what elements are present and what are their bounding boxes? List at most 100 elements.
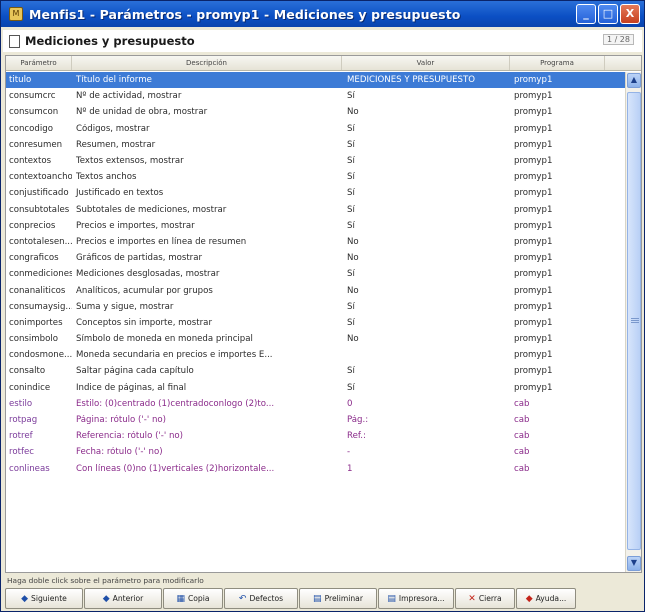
column-header-descripcion[interactable]: Descripción <box>72 56 342 70</box>
help-icon: ◆ <box>525 593 533 604</box>
cell-programa: promyp1 <box>514 107 553 118</box>
scroll-down-icon[interactable]: ▼ <box>627 556 641 571</box>
table-row[interactable]: consubtotales Subtotales de mediciones, m… <box>6 202 626 218</box>
siguiente-button[interactable]: ◆ Siguiente <box>5 588 83 609</box>
preview-icon: ▤ <box>313 593 322 604</box>
table-row[interactable]: conanaliticos Analíticos, acumular por gr… <box>6 282 626 298</box>
table-row[interactable]: titulo Título del informe MEDICIONES Y PRE… <box>6 72 626 89</box>
cell-programa: promyp1 <box>514 220 553 231</box>
cell-descripcion: Justificado en textos <box>76 188 164 199</box>
cell-programa: promyp1 <box>514 172 553 183</box>
status-hint: Haga doble click sobre el parámetro para… <box>7 576 204 585</box>
table-row[interactable]: conprecios Precios e importes, mostrar Sí p… <box>6 218 626 234</box>
button-label: Ayuda... <box>535 594 567 603</box>
grid-rows: titulo Título del informe MEDICIONES Y PRE… <box>6 72 626 477</box>
defectos-button[interactable]: ↶ Defectos <box>224 588 298 609</box>
table-row[interactable]: conimportes Conceptos sin importe, mostra… <box>6 315 626 331</box>
cell-parametro: rotref <box>9 431 33 442</box>
cell-programa: promyp1 <box>514 139 553 150</box>
table-row[interactable]: contotalesen... Precios e importes en lín… <box>6 234 626 250</box>
app-window: M Menfis1 - Parámetros - promyp1 - Medic… <box>0 0 645 612</box>
cell-parametro: conlineas <box>9 463 50 474</box>
bottom-toolbar: ◆ Siguiente ◆ Anterior ▦ Copia ↶ Defectos ▤ Preli… <box>5 588 642 610</box>
up-arrow-icon: ◆ <box>102 593 110 604</box>
table-row[interactable]: congraficos Gráficos de partidas, mostrar… <box>6 250 626 266</box>
scroll-thumb[interactable] <box>627 92 641 550</box>
scroll-up-icon[interactable]: ▲ <box>627 73 641 88</box>
close-window-button[interactable]: X <box>620 4 640 24</box>
cierra-button[interactable]: ✕ Cierra <box>455 588 515 609</box>
cell-parametro: contextoancho <box>9 172 72 183</box>
table-row[interactable]: consumcon Nº de unidad de obra, mostrar No… <box>6 104 626 120</box>
title-bar[interactable]: M Menfis1 - Parámetros - promyp1 - Medic… <box>1 1 644 27</box>
cell-parametro: conprecios <box>9 220 56 231</box>
cell-parametro: contextos <box>9 156 52 167</box>
cell-programa: promyp1 <box>514 253 553 264</box>
cell-valor: Sí <box>347 269 355 280</box>
cell-descripcion: Subtotales de mediciones, mostrar <box>76 204 227 215</box>
panel-header: Mediciones y presupuesto 1 / 28 <box>3 30 642 52</box>
cell-programa: promyp1 <box>514 285 553 296</box>
table-row[interactable]: conjustificado Justificado en textos Sí pro… <box>6 185 626 201</box>
table-row[interactable]: conindice Índice de páginas, al final Sí pr… <box>6 380 626 396</box>
cell-valor: Sí <box>347 172 355 183</box>
cell-parametro: titulo <box>9 75 32 86</box>
cell-descripcion: Analíticos, acumular por grupos <box>76 285 213 296</box>
cell-valor: - <box>347 447 351 458</box>
minimize-button[interactable]: _ <box>576 4 596 24</box>
cell-programa: cab <box>514 398 530 409</box>
table-row[interactable]: rotref Referencia: rótulo ('-' no) Ref.: ca… <box>6 428 626 444</box>
cell-programa: promyp1 <box>514 301 553 312</box>
anterior-button[interactable]: ◆ Anterior <box>84 588 162 609</box>
cell-valor: Pág.: <box>347 415 369 426</box>
table-row[interactable]: contextoancho Textos anchos Sí promyp1 <box>6 169 626 185</box>
cell-parametro: concodigo <box>9 123 53 134</box>
table-row[interactable]: estilo Estilo: (0)centrado (1)centradocon… <box>6 396 626 412</box>
cell-parametro: consubtotales <box>9 204 70 215</box>
cell-programa: promyp1 <box>514 188 553 199</box>
cell-parametro: conjustificado <box>9 188 69 199</box>
table-row[interactable]: conresumen Resumen, mostrar Sí promyp1 <box>6 137 626 153</box>
cell-programa: promyp1 <box>514 334 553 345</box>
cell-valor: Sí <box>347 123 355 134</box>
cell-valor: Sí <box>347 139 355 150</box>
cell-descripcion: Precios e importes, mostrar <box>76 220 195 231</box>
button-label: Cierra <box>478 594 502 603</box>
cell-programa: promyp1 <box>514 75 553 86</box>
column-header-filler <box>605 56 641 70</box>
parameters-grid: Parámetro Descripción Valor Programa tit… <box>5 55 642 573</box>
cell-parametro: congraficos <box>9 253 59 264</box>
preliminar-button[interactable]: ▤ Preliminar <box>299 588 377 609</box>
button-label: Defectos <box>249 594 284 603</box>
table-row[interactable]: rotpag Página: rótulo ('-' no) Pág.: cab <box>6 412 626 428</box>
column-header-valor[interactable]: Valor <box>342 56 510 70</box>
cell-descripcion: Resumen, mostrar <box>76 139 156 150</box>
copia-button[interactable]: ▦ Copia <box>163 588 223 609</box>
table-row[interactable]: contextos Textos extensos, mostrar Sí promy… <box>6 153 626 169</box>
table-row[interactable]: consumcrc Nº de actividad, mostrar Sí promy… <box>6 88 626 104</box>
cell-parametro: conanaliticos <box>9 285 66 296</box>
impresora-button[interactable]: ▤ Impresora... <box>378 588 454 609</box>
table-row[interactable]: concodigo Códigos, mostrar Sí promyp1 <box>6 121 626 137</box>
cell-programa: promyp1 <box>514 382 553 393</box>
table-row[interactable]: condosmone... Moneda secundaria en precio… <box>6 347 626 363</box>
cell-descripcion: Página: rótulo ('-' no) <box>76 415 167 426</box>
ayuda-button[interactable]: ◆ Ayuda... <box>516 588 576 609</box>
cell-programa: cab <box>514 447 530 458</box>
cell-programa: cab <box>514 463 530 474</box>
cell-valor: Sí <box>347 317 355 328</box>
vertical-scrollbar[interactable]: ▲ ▼ <box>625 72 641 572</box>
table-row[interactable]: consimbolo Símbolo de moneda en moneda pr… <box>6 331 626 347</box>
cell-descripcion: Mediciones desglosadas, mostrar <box>76 269 220 280</box>
window-title: Menfis1 - Parámetros - promyp1 - Medicio… <box>29 6 461 22</box>
table-row[interactable]: consumaysig... Suma y sigue, mostrar Sí pro… <box>6 299 626 315</box>
maximize-button[interactable]: □ <box>598 4 618 24</box>
table-row[interactable]: conlineas Con líneas (0)no (1)verticales … <box>6 461 626 477</box>
column-header-programa[interactable]: Programa <box>510 56 605 70</box>
copy-icon: ▦ <box>176 593 185 604</box>
cell-valor: Sí <box>347 91 355 102</box>
table-row[interactable]: rotfec Fecha: rótulo ('-' no) - cab <box>6 444 626 460</box>
table-row[interactable]: consalto Saltar página cada capítulo Sí pro… <box>6 363 626 379</box>
table-row[interactable]: conmediciones Mediciones desglosadas, mos… <box>6 266 626 282</box>
column-header-parametro[interactable]: Parámetro <box>6 56 72 70</box>
